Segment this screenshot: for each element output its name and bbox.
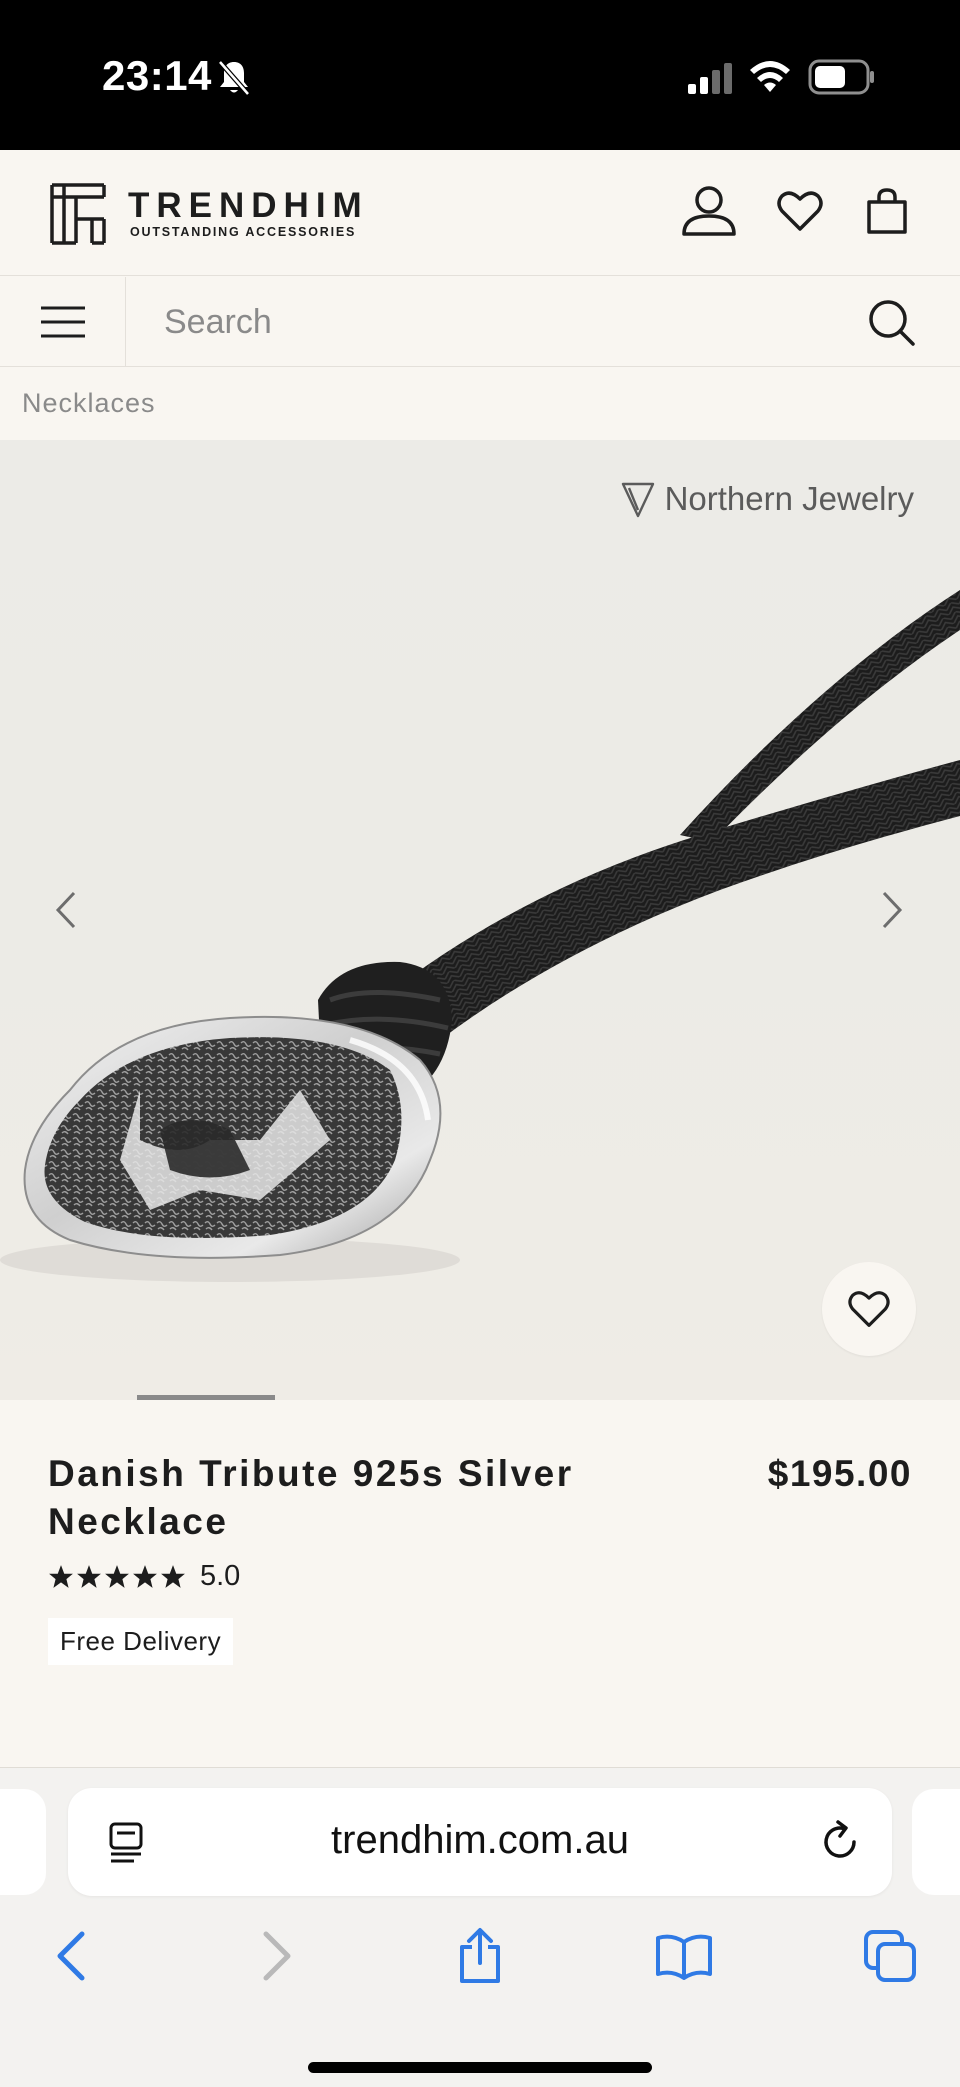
gallery-prev-button[interactable] <box>46 880 86 940</box>
account-icon <box>682 186 736 236</box>
product-rating[interactable]: 5.0 <box>48 1560 240 1593</box>
battery-icon <box>808 59 874 95</box>
product-info: Danish Tribute 925s Silver Necklace $195… <box>0 1400 960 1768</box>
tabs-icon <box>864 1930 916 1982</box>
star-icon <box>49 1564 73 1588</box>
brand-tag[interactable]: Northern Jewelry <box>621 480 914 518</box>
logo-name[interactable]: TRENDHIM <box>128 186 369 226</box>
chevron-right-icon <box>263 1931 291 1981</box>
product-title: Danish Tribute 925s Silver Necklace <box>48 1453 574 1542</box>
back-button[interactable] <box>32 1918 108 1994</box>
rating-value: 5.0 <box>200 1560 241 1592</box>
hamburger-icon <box>40 306 85 337</box>
address-bar[interactable]: trendhim.com.au <box>68 1788 892 1896</box>
search-button[interactable] <box>860 291 924 355</box>
star-icon <box>77 1564 101 1588</box>
free-delivery-badge: Free Delivery <box>48 1618 234 1665</box>
status-time: 23:14 <box>102 52 212 99</box>
signal-icon <box>688 63 732 94</box>
search-icon <box>869 300 915 346</box>
heart-icon <box>777 191 823 231</box>
book-icon <box>656 1934 712 1980</box>
browser-toolbar: trendhim.com.au <box>0 1768 960 2087</box>
rating-stars <box>48 1564 186 1590</box>
menu-button[interactable] <box>0 277 126 366</box>
wifi-icon <box>750 61 790 92</box>
bookmarks-button[interactable] <box>646 1918 722 1994</box>
heart-icon <box>848 1291 890 1327</box>
chevron-left-icon <box>55 891 76 929</box>
wishlist-button[interactable] <box>769 180 831 242</box>
account-button[interactable] <box>678 180 740 242</box>
site-header: TRENDHIM OUTSTANDING ACCESSORIES <box>0 150 960 276</box>
tabs-button[interactable] <box>852 1918 928 1994</box>
product-image <box>0 590 960 1282</box>
star-icon <box>161 1564 185 1588</box>
search-row <box>0 277 960 367</box>
star-icon <box>105 1564 129 1588</box>
product-price: $195.00 <box>767 1453 912 1494</box>
reload-icon[interactable] <box>816 1818 864 1866</box>
chevron-left-icon <box>57 1931 85 1981</box>
forward-button[interactable] <box>240 1918 316 1994</box>
next-tab-preview[interactable] <box>912 1789 960 1895</box>
product-gallery[interactable]: Northern Jewelry <box>0 440 960 1400</box>
chevron-right-icon <box>882 891 903 929</box>
logo-tagline: OUTSTANDING ACCESSORIES <box>130 225 357 239</box>
star-icon <box>133 1564 157 1588</box>
cart-button[interactable] <box>856 180 918 242</box>
breadcrumb-necklaces[interactable]: Necklaces <box>22 388 156 419</box>
bell-slash-icon <box>218 60 250 96</box>
previous-tab-preview[interactable] <box>0 1789 46 1895</box>
share-button[interactable] <box>442 1918 518 1994</box>
url-text: trendhim.com.au <box>331 1818 629 1862</box>
share-icon <box>460 1928 500 1983</box>
status-bar: 23:14 <box>0 0 960 150</box>
home-indicator[interactable] <box>308 2062 652 2073</box>
brand-triangle-icon <box>621 482 654 518</box>
search-input[interactable] <box>140 291 830 353</box>
trendhim-logo-icon[interactable] <box>50 183 106 245</box>
add-to-wishlist-button[interactable] <box>822 1262 916 1356</box>
gallery-next-button[interactable] <box>872 880 912 940</box>
bag-icon <box>867 188 907 234</box>
brand-name: Northern Jewelry <box>664 480 914 517</box>
screen: 23:14 TRENDHIM OUTSTANDING ACCESSORIES S… <box>0 0 960 2087</box>
